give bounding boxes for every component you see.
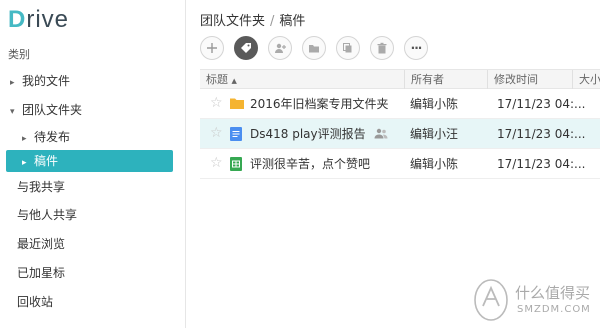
star-icon[interactable]: ☆ bbox=[210, 96, 223, 110]
delete-icon[interactable] bbox=[370, 36, 394, 60]
file-owner: 编辑小汪 bbox=[410, 127, 459, 141]
copy-icon[interactable] bbox=[336, 36, 360, 60]
watermark: 什么值得买 SMZDM.COM bbox=[465, 270, 600, 328]
breadcrumb-current: 稿件 bbox=[279, 14, 306, 29]
header-title-label: 标题 bbox=[206, 73, 228, 86]
sidebar: Drive 类别 ▸ 我的文件 ▾ 团队文件夹 ▸ 待发布 ▸ 稿件 与我共享 与他人共… bbox=[0, 0, 186, 328]
sidebar-item-team-folder[interactable]: ▾ 团队文件夹 bbox=[10, 99, 170, 121]
breadcrumb-separator: / bbox=[270, 14, 275, 29]
sort-asc-icon: ▲ bbox=[231, 77, 237, 85]
caret-right-icon: ▸ bbox=[10, 78, 15, 88]
file-name[interactable]: Ds418 play评测报告 bbox=[250, 119, 366, 149]
category-label: 类别 bbox=[8, 48, 30, 61]
spreadsheet-icon bbox=[230, 157, 242, 174]
sidebar-item-label: 我的文件 bbox=[22, 74, 71, 88]
star-icon[interactable]: ☆ bbox=[210, 156, 223, 170]
sidebar-item-label: 团队文件夹 bbox=[22, 103, 83, 117]
table-row[interactable]: ☆ 2016年旧档案专用文件夹 编辑小陈 17/11/23 04:... bbox=[200, 89, 600, 119]
table-row[interactable]: ☆ Ds418 play评测报告 编辑小汪 17/11/23 04:... bbox=[200, 119, 600, 149]
table-row[interactable]: ☆ 评测很辛苦，点个赞吧 编辑小陈 17/11/23 04:... bbox=[200, 149, 600, 179]
move-folder-icon[interactable] bbox=[302, 36, 326, 60]
logo-rest: rive bbox=[26, 6, 70, 33]
document-icon bbox=[230, 127, 242, 144]
column-header-owner[interactable]: 所有者 bbox=[404, 70, 487, 89]
column-header-title[interactable]: 标题 ▲ bbox=[200, 70, 404, 89]
sidebar-item-recent[interactable]: 最近浏览 bbox=[17, 233, 65, 255]
file-owner: 编辑小陈 bbox=[410, 97, 459, 111]
app-logo[interactable]: Drive bbox=[8, 6, 69, 34]
table-header: 标题 ▲ 所有者 修改时间 大小 bbox=[200, 69, 600, 89]
sidebar-item-pending[interactable]: ▸ 待发布 bbox=[22, 126, 172, 148]
folder-icon bbox=[230, 97, 244, 112]
add-user-icon[interactable] bbox=[268, 36, 292, 60]
sidebar-item-starred[interactable]: 已加星标 bbox=[17, 262, 65, 284]
file-name[interactable]: 2016年旧档案专用文件夹 bbox=[250, 89, 389, 119]
file-modified: 17/11/23 04:... bbox=[497, 97, 586, 111]
column-header-size[interactable]: 大小 bbox=[572, 70, 600, 89]
column-header-modified[interactable]: 修改时间 bbox=[487, 70, 572, 89]
sidebar-item-manuscripts[interactable]: ▸ 稿件 bbox=[6, 150, 173, 172]
tag-icon[interactable] bbox=[234, 36, 258, 60]
watermark-line2: SMZDM.COM bbox=[517, 304, 591, 315]
shared-users-icon bbox=[374, 128, 388, 142]
file-table: 标题 ▲ 所有者 修改时间 大小 ☆ 2016年旧档案专用文件夹 编辑小陈 17… bbox=[200, 69, 600, 179]
watermark-line1: 什么值得买 bbox=[515, 284, 591, 302]
sidebar-item-trash[interactable]: 回收站 bbox=[17, 291, 53, 313]
breadcrumb: 团队文件夹 / 稿件 bbox=[200, 10, 305, 29]
breadcrumb-parent[interactable]: 团队文件夹 bbox=[200, 14, 265, 29]
sidebar-item-my-files[interactable]: ▸ 我的文件 bbox=[10, 70, 170, 92]
more-icon[interactable]: ··· bbox=[404, 36, 428, 60]
watermark-logo-icon bbox=[474, 279, 508, 321]
file-owner: 编辑小陈 bbox=[410, 157, 459, 171]
caret-down-icon: ▾ bbox=[10, 107, 15, 117]
plus-icon[interactable] bbox=[200, 36, 224, 60]
sidebar-item-shared-with-others[interactable]: 与他人共享 bbox=[17, 204, 77, 226]
star-icon[interactable]: ☆ bbox=[210, 126, 223, 140]
sidebar-item-label: 待发布 bbox=[34, 130, 71, 144]
sidebar-item-label: 稿件 bbox=[34, 154, 59, 168]
sidebar-item-shared-with-me[interactable]: 与我共享 bbox=[17, 176, 65, 198]
file-name[interactable]: 评测很辛苦，点个赞吧 bbox=[250, 149, 370, 179]
file-modified: 17/11/23 04:... bbox=[497, 127, 586, 141]
caret-right-icon: ▸ bbox=[22, 134, 27, 144]
caret-right-icon: ▸ bbox=[22, 158, 27, 168]
file-modified: 17/11/23 04:... bbox=[497, 157, 586, 171]
logo-d: D bbox=[8, 6, 27, 33]
